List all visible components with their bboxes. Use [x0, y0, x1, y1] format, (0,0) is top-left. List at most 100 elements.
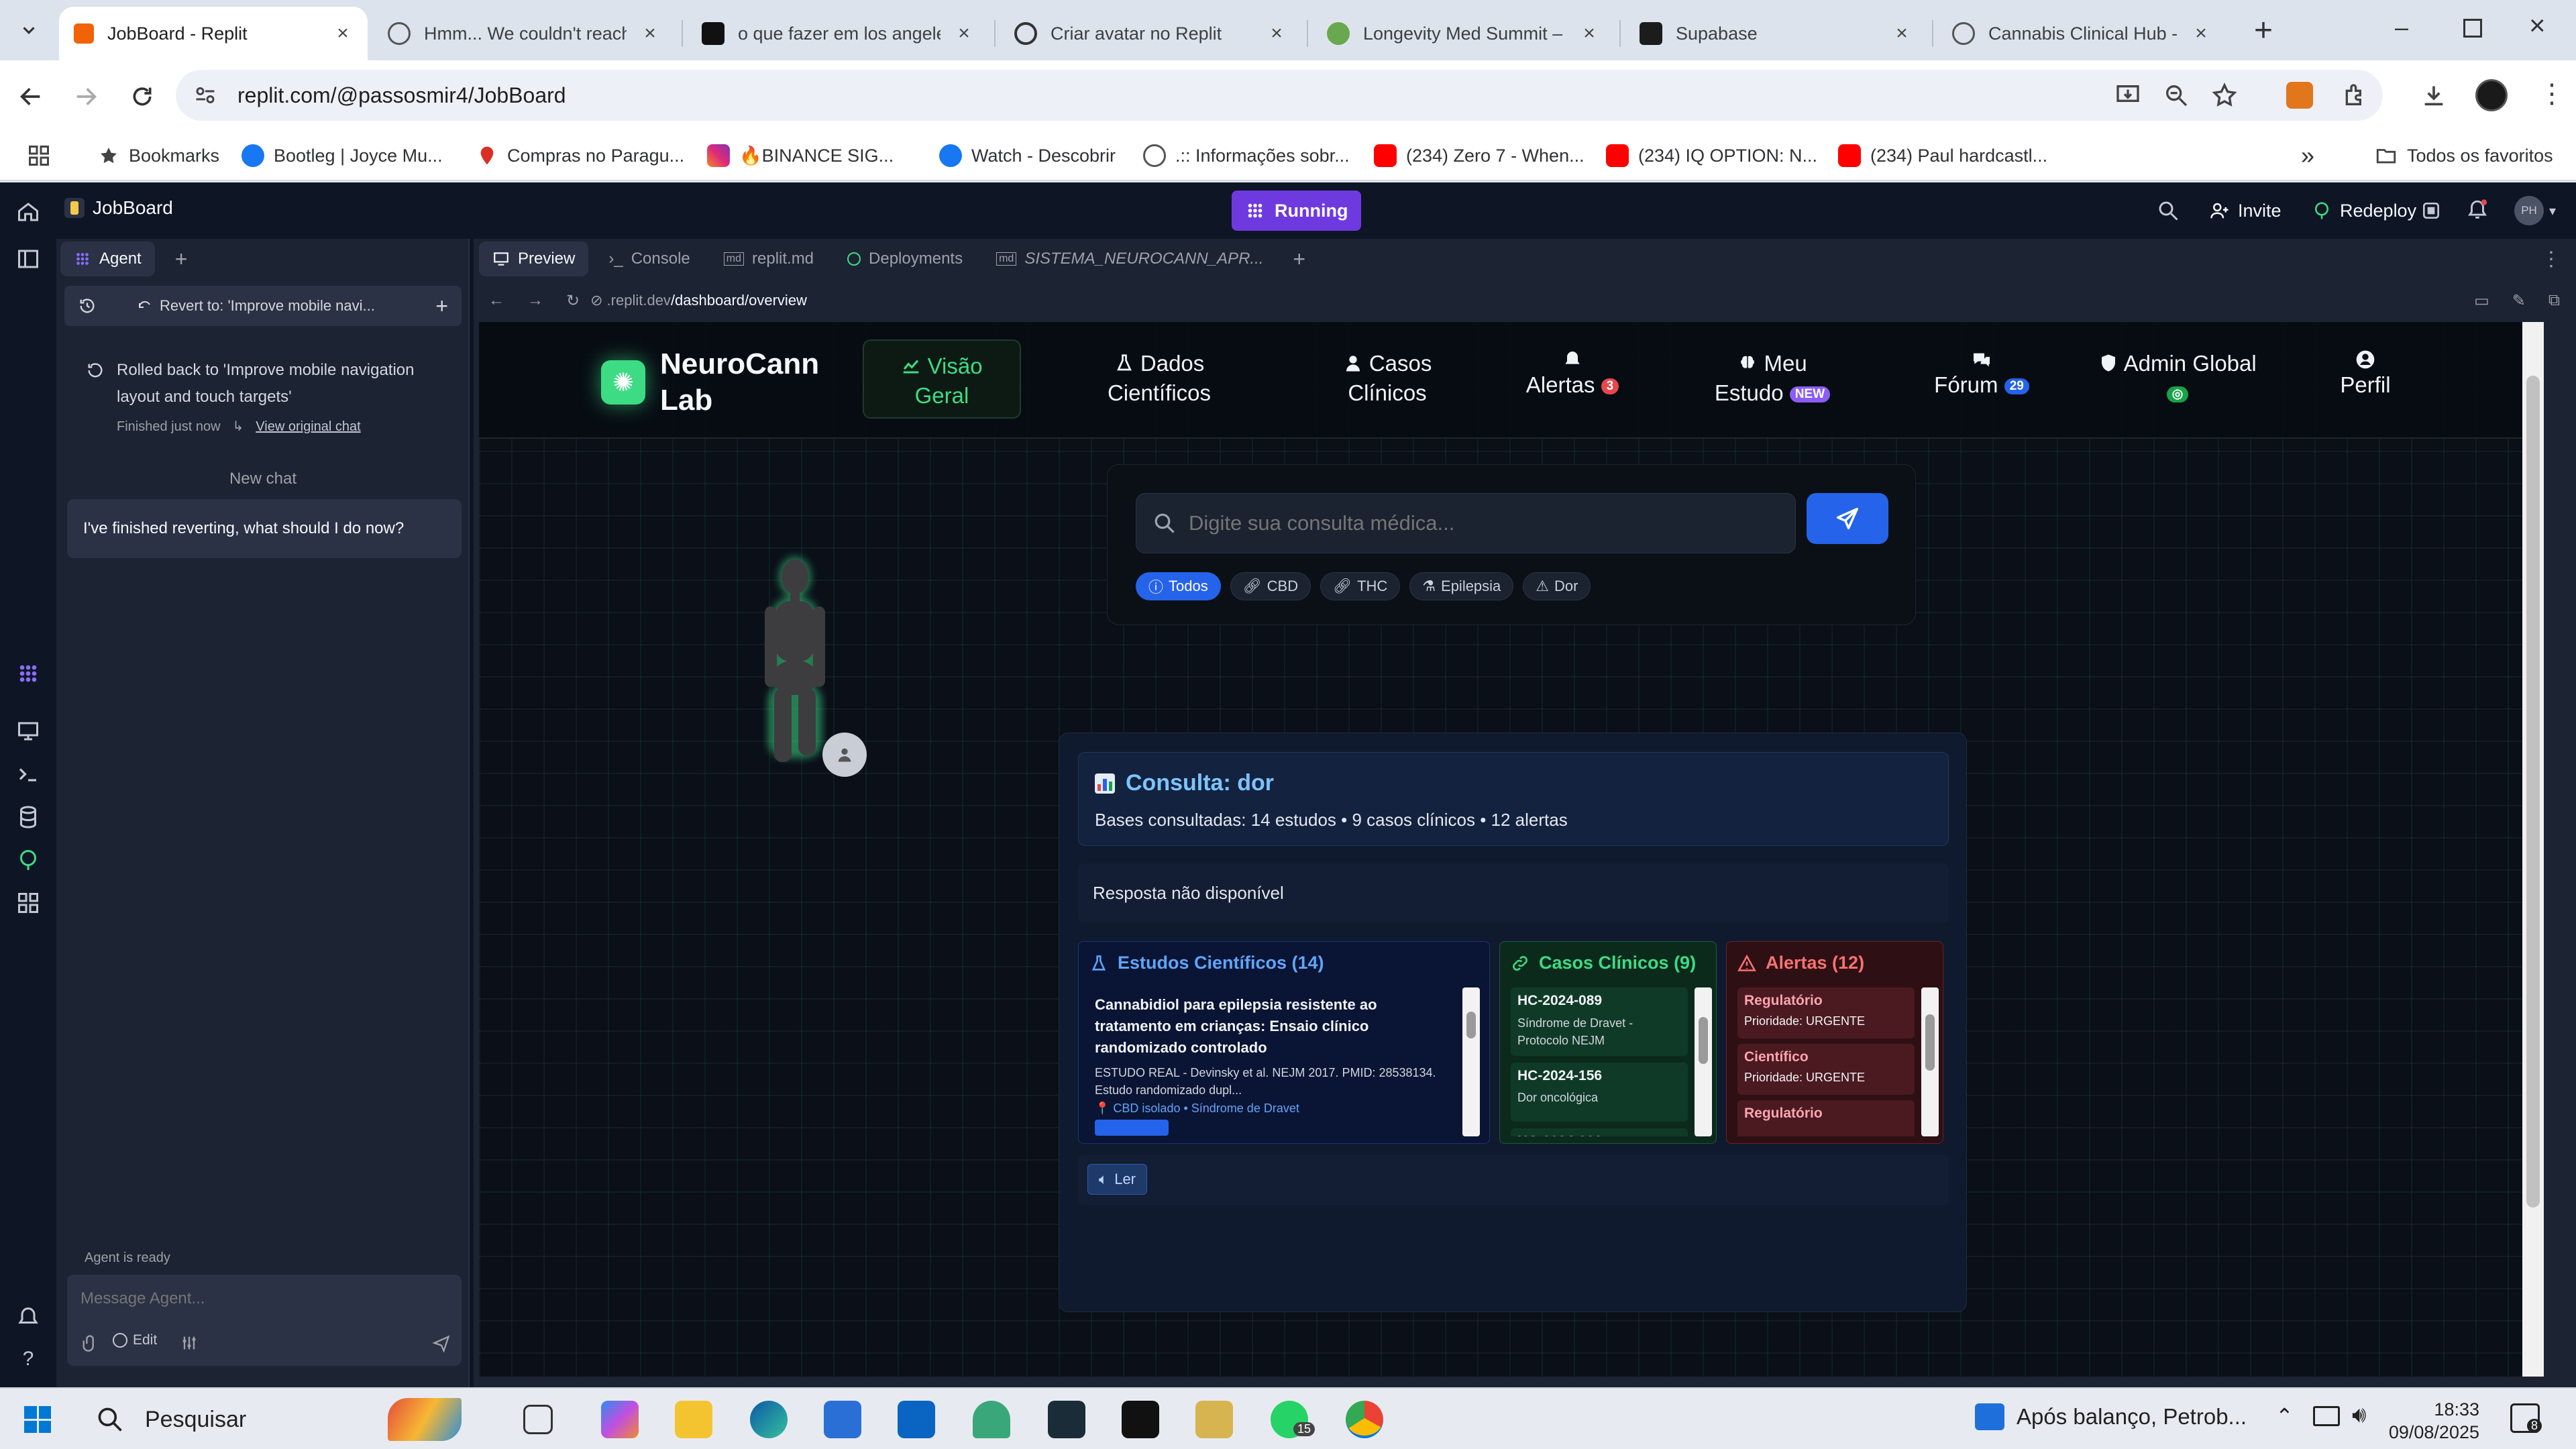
- bookmark-item[interactable]: (234) Zero 7 - When...: [1374, 142, 1585, 169]
- arc-app-icon[interactable]: [973, 1401, 1010, 1438]
- filter-chip-epilepsia[interactable]: ⚗ Epilepsia: [1409, 572, 1514, 600]
- database-icon[interactable]: [16, 805, 40, 829]
- nav-item-perfil[interactable]: Perfil: [2318, 349, 2412, 400]
- store-icon[interactable]: [824, 1401, 861, 1438]
- tab-close-icon[interactable]: ×: [1267, 22, 1287, 44]
- filter-chip-thc[interactable]: 🔗︎ THC: [1320, 572, 1401, 600]
- new-tab-button[interactable]: +: [2254, 12, 2273, 49]
- run-status-button[interactable]: Running: [1232, 191, 1362, 231]
- tools-icon[interactable]: ✎: [2512, 291, 2526, 311]
- volume-icon[interactable]: 🔊︎: [2352, 1402, 2366, 1428]
- search-icon[interactable]: [2156, 199, 2180, 223]
- view-original-chat-link[interactable]: View original chat: [256, 413, 360, 440]
- tab-console[interactable]: ›_ Console: [595, 240, 703, 278]
- download-icon[interactable]: [2420, 82, 2447, 109]
- taskbar-search[interactable]: Pesquisar: [86, 1398, 462, 1441]
- address-bar[interactable]: replit.com/@passosmir4/JobBoard: [176, 70, 2383, 121]
- preview-reload-icon[interactable]: ↻: [566, 291, 580, 311]
- preview-url-field[interactable]: ⊘ .replit.dev /dashboard/overview: [590, 292, 807, 309]
- preview-forward-icon[interactable]: →: [527, 291, 543, 310]
- attach-icon[interactable]: [80, 1334, 99, 1352]
- agent-icon[interactable]: [16, 661, 40, 686]
- bookmark-item[interactable]: Bootleg | Joyce Mu...: [241, 142, 443, 169]
- nav-item-alertas[interactable]: Alertas 3: [1519, 349, 1626, 400]
- stake-app-icon[interactable]: [1048, 1401, 1085, 1438]
- forward-icon[interactable]: [72, 83, 99, 110]
- bookmark-item[interactable]: 🔥BINANCE SIG...: [707, 142, 894, 169]
- feedback-icon[interactable]: [16, 1305, 40, 1330]
- back-icon[interactable]: [17, 83, 44, 110]
- cases-list[interactable]: HC-2024-089 Síndrome de Dravet - Protoco…: [1511, 987, 1688, 1136]
- reload-icon[interactable]: [129, 83, 156, 110]
- nav-item-casos-clinicos[interactable]: Casos Clínicos: [1327, 349, 1448, 408]
- filter-chip-todos[interactable]: ⓘ Todos: [1136, 572, 1221, 600]
- tab-close-icon[interactable]: ×: [640, 22, 660, 44]
- tab-agent[interactable]: Agent: [60, 241, 155, 276]
- tab-sistema-file[interactable]: md SISTEMA_NEUROCANN_APR...: [983, 240, 1277, 278]
- settings-sliders-icon[interactable]: [180, 1334, 199, 1352]
- multiplayer-icon[interactable]: [2420, 200, 2442, 221]
- search-field[interactable]: [1136, 493, 1796, 553]
- user-avatar[interactable]: PH ▾: [2514, 196, 2556, 225]
- alerts-list[interactable]: Regulatório Prioridade: URGENTE Científi…: [1737, 987, 1915, 1136]
- study-action-chip[interactable]: [1095, 1120, 1169, 1136]
- preview-scrollbar[interactable]: [2522, 322, 2544, 1377]
- workspace-menu-icon[interactable]: ⋮: [2541, 248, 2561, 271]
- browser-tab[interactable]: Cannabis Clinical Hub - P ×: [1937, 7, 2226, 60]
- invite-button[interactable]: Invite: [2200, 193, 2291, 228]
- bookmark-item[interactable]: Bookmarks: [98, 142, 219, 169]
- bookmark-item[interactable]: Watch - Descobrir: [939, 142, 1116, 169]
- notifications-icon[interactable]: 8: [2510, 1403, 2542, 1433]
- edit-mode-button[interactable]: Edit: [113, 1332, 157, 1348]
- bookmark-star-icon[interactable]: [2211, 82, 2238, 109]
- browser-tab[interactable]: JobBoard - Replit ×: [59, 7, 368, 60]
- devtools-icon[interactable]: ▭: [2474, 291, 2489, 311]
- notepad-icon[interactable]: [1195, 1401, 1233, 1438]
- project-name[interactable]: JobBoard: [64, 197, 173, 219]
- preview-monitor-icon[interactable]: [16, 719, 40, 743]
- network-icon[interactable]: [2313, 1406, 2340, 1426]
- browser-tab[interactable]: o que fazer em los angele ×: [687, 7, 989, 60]
- message-agent-input[interactable]: [80, 1284, 443, 1313]
- tab-preview[interactable]: Preview: [479, 241, 589, 276]
- alerts-scrollbar[interactable]: [1921, 987, 1939, 1136]
- nav-item-visao-geral[interactable]: Visão Geral: [863, 339, 1021, 419]
- browser-tab[interactable]: Longevity Med Summit – ×: [1312, 7, 1614, 60]
- tab-replit-md[interactable]: md replit.md: [710, 240, 827, 278]
- browser-tab[interactable]: Criar avatar no Replit ×: [1000, 7, 1301, 60]
- bookmark-item[interactable]: .:: Informações sobr...: [1143, 142, 1350, 169]
- apps-grid-icon[interactable]: [27, 144, 51, 168]
- nav-item-meu-estudo[interactable]: Meu Estudo NEW: [1705, 349, 1839, 408]
- minimize-button[interactable]: –: [2395, 13, 2408, 42]
- sidebar-toggle-icon[interactable]: [16, 247, 40, 271]
- zoom-icon[interactable]: [2163, 82, 2190, 109]
- home-icon[interactable]: [16, 200, 40, 224]
- copilot-icon[interactable]: [601, 1401, 639, 1438]
- nav-item-forum[interactable]: Fórum 29: [1928, 349, 2035, 400]
- metamask-extension-icon[interactable]: [2286, 82, 2313, 109]
- alert-item[interactable]: Regulatório Prioridade: URGENTE: [1737, 987, 1915, 1038]
- maximize-button[interactable]: [2463, 19, 2482, 38]
- tray-chevron-icon[interactable]: ⌃: [2275, 1403, 2294, 1429]
- new-chat-plus-icon[interactable]: +: [435, 294, 448, 319]
- tab-close-icon[interactable]: ×: [1892, 22, 1912, 44]
- filter-chip-dor[interactable]: ⚠ Dor: [1523, 572, 1591, 600]
- outlook-icon[interactable]: [898, 1401, 935, 1438]
- windows-start-icon[interactable]: [24, 1406, 51, 1433]
- studies-list[interactable]: Cannabidiol para epilepsia resistente ao…: [1089, 987, 1453, 1136]
- browser-menu-icon[interactable]: ⋮: [2538, 78, 2565, 110]
- extensions-icon[interactable]: [2341, 82, 2368, 109]
- add-tab-button[interactable]: +: [175, 247, 188, 272]
- capcut-icon[interactable]: [1122, 1401, 1159, 1438]
- studies-scrollbar[interactable]: [1462, 987, 1480, 1136]
- read-aloud-button[interactable]: 🔈︎ Ler: [1087, 1164, 1147, 1195]
- browser-tab[interactable]: Hmm... We couldn't reach ×: [373, 7, 675, 60]
- avatar-user-button[interactable]: [822, 733, 867, 777]
- chrome-icon[interactable]: [1346, 1401, 1383, 1438]
- send-icon[interactable]: [432, 1334, 451, 1352]
- case-item[interactable]: HC-2024-089 Síndrome de Dravet - Protoco…: [1511, 987, 1688, 1056]
- bookmark-item[interactable]: (234) IQ OPTION: N...: [1606, 142, 1817, 169]
- help-icon[interactable]: ?: [16, 1347, 40, 1371]
- all-tools-icon[interactable]: [16, 891, 40, 915]
- filter-chip-cbd[interactable]: 🔗︎ CBD: [1230, 572, 1311, 600]
